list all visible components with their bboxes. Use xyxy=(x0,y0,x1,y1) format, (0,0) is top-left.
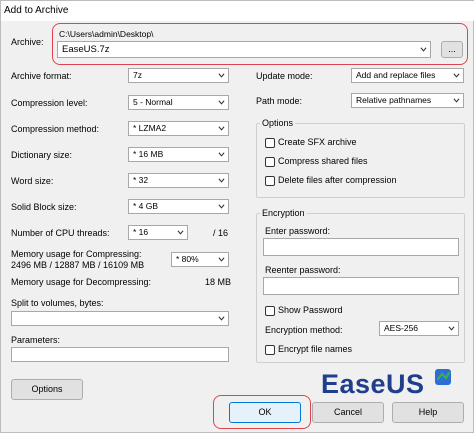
create-sfx-checkbox[interactable] xyxy=(265,138,275,148)
highlight-archive xyxy=(52,23,468,65)
delete-after-label: Delete files after compression xyxy=(278,175,397,185)
add-to-archive-dialog: Add to Archive Archive: C:\Users\admin\D… xyxy=(0,0,474,433)
memory-compress-detail: 2496 MB / 12887 MB / 16109 MB xyxy=(11,260,145,270)
cpu-threads-label: Number of CPU threads: xyxy=(11,228,110,238)
path-mode-label: Path mode: xyxy=(256,96,303,106)
easeus-brand-text: EaseUS xyxy=(321,369,425,399)
encrypt-names-checkbox[interactable] xyxy=(265,345,275,355)
options-button[interactable]: Options xyxy=(11,379,83,400)
compression-method-value: * LZMA2 xyxy=(133,123,167,133)
reenter-password-label: Reenter password: xyxy=(265,265,341,275)
word-size-label: Word size: xyxy=(11,176,54,186)
easeus-logo-icon xyxy=(435,369,451,385)
update-mode-value: Add and replace files xyxy=(356,70,436,80)
chevron-down-icon xyxy=(218,100,225,105)
encryption-method-select[interactable]: AES-256 xyxy=(379,321,459,336)
window-title: Add to Archive xyxy=(4,5,69,16)
encrypt-names-label: Encrypt file names xyxy=(278,344,353,354)
archive-label: Archive: xyxy=(11,37,44,47)
compression-level-value: 5 - Normal xyxy=(133,97,173,107)
options-group-title: Options xyxy=(260,118,296,128)
memory-compress-value: * 80% xyxy=(176,254,199,264)
chevron-down-icon xyxy=(218,257,225,262)
show-password-label: Show Password xyxy=(278,305,343,315)
chevron-down-icon xyxy=(177,230,184,235)
help-button[interactable]: Help xyxy=(392,402,464,423)
chevron-down-icon xyxy=(218,152,225,157)
compression-level-label: Compression level: xyxy=(11,98,88,108)
cpu-threads-max: / 16 xyxy=(213,228,229,238)
update-mode-select[interactable]: Add and replace files xyxy=(351,68,464,83)
split-volumes-label: Split to volumes, bytes: xyxy=(11,298,104,308)
solid-block-size-label: Solid Block size: xyxy=(11,202,77,212)
chevron-down-icon xyxy=(218,316,225,321)
encryption-group-title: Encryption xyxy=(260,208,307,218)
chevron-down-icon xyxy=(453,73,460,78)
chevron-down-icon xyxy=(218,126,225,131)
archive-format-select[interactable]: 7z xyxy=(128,68,229,83)
path-mode-select[interactable]: Relative pathnames xyxy=(351,93,464,108)
encryption-method-value: AES-256 xyxy=(384,323,419,333)
word-size-value: * 32 xyxy=(133,175,149,185)
compression-level-select[interactable]: 5 - Normal xyxy=(128,95,229,110)
split-volumes-combo[interactable] xyxy=(11,311,229,326)
chevron-down-icon xyxy=(218,73,225,78)
archive-format-label: Archive format: xyxy=(11,71,72,81)
parameters-input[interactable] xyxy=(11,347,229,362)
compression-method-label: Compression method: xyxy=(11,124,100,134)
solid-block-size-select[interactable]: * 4 GB xyxy=(128,199,229,214)
update-mode-label: Update mode: xyxy=(256,71,313,81)
create-sfx-label: Create SFX archive xyxy=(278,137,357,147)
chevron-down-icon xyxy=(453,98,460,103)
memory-decompress-value: 18 MB xyxy=(205,277,232,287)
cpu-threads-select[interactable]: * 16 xyxy=(128,225,188,240)
delete-after-checkbox[interactable] xyxy=(265,176,275,186)
memory-compress-select[interactable]: * 80% xyxy=(171,252,229,267)
chevron-down-icon xyxy=(218,178,225,183)
title-bar: Add to Archive xyxy=(1,1,474,21)
show-password-checkbox[interactable] xyxy=(265,306,275,316)
dictionary-size-value: * 16 MB xyxy=(133,149,164,159)
archive-format-value: 7z xyxy=(133,70,142,80)
parameters-label: Parameters: xyxy=(11,335,61,345)
compress-shared-checkbox[interactable] xyxy=(265,157,275,167)
encryption-method-label: Encryption method: xyxy=(265,325,343,335)
word-size-select[interactable]: * 32 xyxy=(128,173,229,188)
chevron-down-icon xyxy=(448,326,455,331)
dictionary-size-label: Dictionary size: xyxy=(11,150,73,160)
chevron-down-icon xyxy=(218,204,225,209)
enter-password-input[interactable] xyxy=(263,238,459,256)
memory-compress-label: Memory usage for Compressing: xyxy=(11,249,142,259)
highlight-ok xyxy=(213,395,311,429)
reenter-password-input[interactable] xyxy=(263,277,459,295)
compression-method-select[interactable]: * LZMA2 xyxy=(128,121,229,136)
path-mode-value: Relative pathnames xyxy=(356,95,432,105)
cpu-threads-value: * 16 xyxy=(133,227,149,237)
enter-password-label: Enter password: xyxy=(265,226,331,236)
memory-decompress-label: Memory usage for Decompressing: xyxy=(11,277,152,287)
cancel-button[interactable]: Cancel xyxy=(312,402,384,423)
solid-block-size-value: * 4 GB xyxy=(133,201,159,211)
compress-shared-label: Compress shared files xyxy=(278,156,368,166)
dictionary-size-select[interactable]: * 16 MB xyxy=(128,147,229,162)
